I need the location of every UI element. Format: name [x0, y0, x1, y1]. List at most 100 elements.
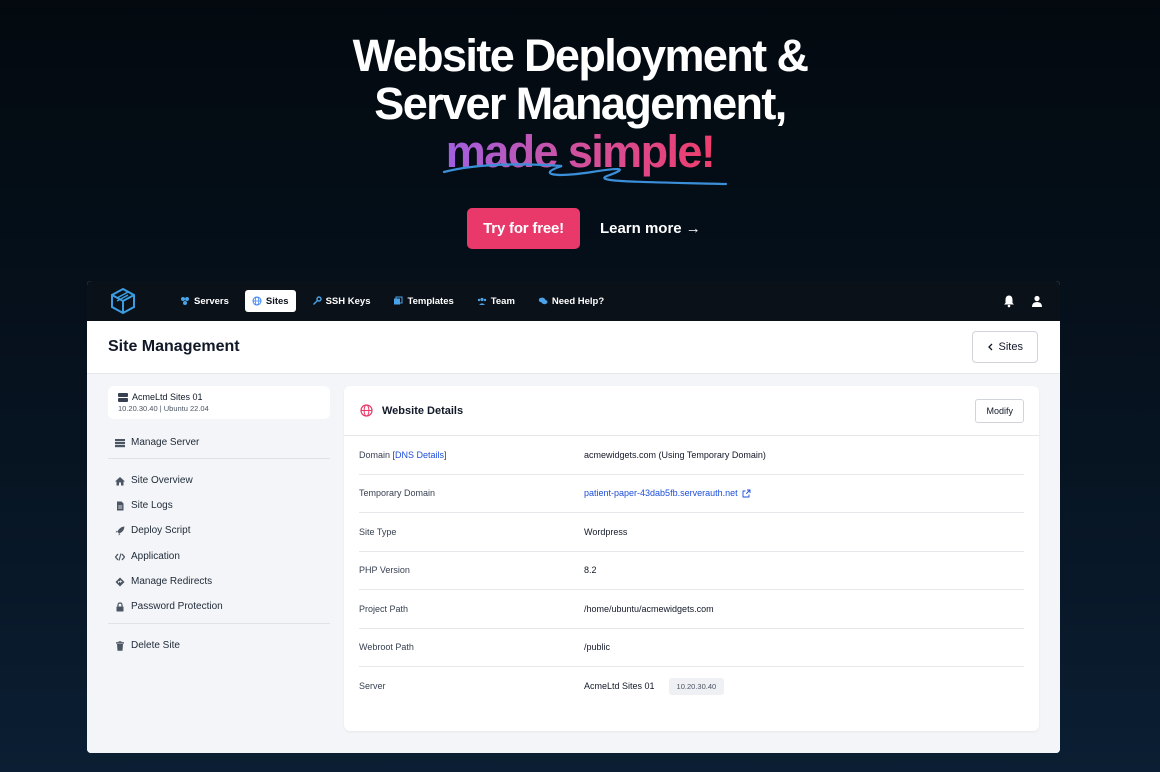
squiggle-underline-icon: [442, 163, 727, 186]
website-details-panel: Website Details Modify Domain [DNS Detai…: [344, 386, 1039, 731]
sidebar-item-delete-site[interactable]: Delete Site: [115, 640, 180, 651]
sidebar-item-label: Deploy Script: [131, 525, 191, 536]
file-icon: [117, 501, 124, 510]
code-icon: [115, 552, 125, 561]
learn-more-link[interactable]: Learn more →: [600, 220, 701, 237]
server-card-meta: 10.20.30.40 | Ubuntu 22.04: [118, 404, 209, 413]
detail-row-temporary-domain: Temporary Domain patient-paper-43dab5fb.…: [359, 475, 1024, 513]
back-to-sites-button[interactable]: Sites: [971, 331, 1038, 363]
sidebar-item-label: Site Logs: [131, 500, 173, 511]
sidebar-item-site-overview[interactable]: Site Overview: [115, 475, 193, 486]
server-name-value: AcmeLtd Sites 01: [584, 681, 655, 692]
detail-value: patient-paper-43dab5fb.serverauth.net: [584, 488, 751, 498]
hero: Website Deployment & Server Management, …: [0, 30, 1160, 186]
nav-templates-label: Templates: [407, 295, 454, 307]
nav-need-help[interactable]: Need Help?: [531, 290, 611, 312]
temporary-domain-link[interactable]: patient-paper-43dab5fb.serverauth.net: [584, 488, 738, 498]
top-nav: Servers Sites SSH Keys Templates Team Ne…: [87, 281, 1060, 321]
cube-logo-icon[interactable]: [109, 287, 137, 315]
sidebar-item-application[interactable]: Application: [115, 551, 180, 562]
sidebar-item-label: Manage Redirects: [131, 576, 213, 587]
nav-team[interactable]: Team: [470, 290, 522, 312]
detail-value: 8.2: [584, 565, 597, 576]
detail-value: /public: [584, 642, 611, 653]
nav-need-help-label: Need Help?: [551, 295, 605, 307]
page-title: Site Management: [108, 338, 240, 355]
sidebar-item-manage-redirects[interactable]: Manage Redirects: [115, 576, 212, 587]
rocket-icon: [115, 526, 125, 535]
back-to-sites-label: Sites: [998, 341, 1023, 353]
redirect-diamond-icon: [115, 577, 125, 586]
detail-row-project-path: Project Path /home/ubuntu/acmewidgets.co…: [359, 590, 1024, 629]
globe-icon: [360, 404, 373, 417]
details-rows: Domain [DNS Details] acmewidgets.com (Us…: [344, 436, 1039, 706]
detail-row-php-version: PHP Version 8.2: [359, 552, 1024, 590]
nav-servers[interactable]: Servers: [173, 290, 236, 312]
dns-details-link[interactable]: DNS Details: [395, 450, 444, 460]
server-ip-badge: 10.20.30.40: [668, 677, 725, 695]
detail-label: Site Type: [359, 526, 397, 537]
nav-sites[interactable]: Sites: [244, 290, 296, 312]
server-card-name: AcmeLtd Sites 01: [132, 392, 203, 402]
detail-label: Domain [DNS Details]: [359, 449, 447, 460]
bell-icon[interactable]: [1002, 294, 1016, 308]
detail-row-webroot-path: Webroot Path /public: [359, 629, 1024, 667]
external-link-icon[interactable]: [742, 489, 751, 498]
modify-button[interactable]: Modify: [975, 398, 1024, 423]
detail-label: PHP Version: [359, 565, 410, 576]
server-icon: [118, 392, 128, 402]
panel-title: Website Details: [360, 404, 463, 417]
hero-title-line2: Server Management,: [374, 78, 787, 129]
user-icon[interactable]: [1030, 294, 1044, 308]
trash-icon: [116, 640, 124, 651]
hero-title: Website Deployment & Server Management, …: [0, 30, 1160, 186]
sidebar-item-site-logs[interactable]: Site Logs: [115, 500, 173, 511]
sidebar-item-manage-server[interactable]: Manage Server: [115, 437, 199, 448]
nav-team-label: Team: [490, 295, 515, 307]
sidebar-item-password-protection[interactable]: Password Protection: [115, 601, 223, 612]
templates-icon: [394, 296, 403, 305]
content-area: AcmeLtd Sites 01 10.20.30.40 | Ubuntu 22…: [87, 374, 1060, 753]
try-for-free-button[interactable]: Try for free!: [467, 208, 580, 249]
server-card[interactable]: AcmeLtd Sites 01 10.20.30.40 | Ubuntu 22…: [108, 386, 330, 419]
nav-templates[interactable]: Templates: [386, 290, 460, 312]
server-stack-icon: [115, 438, 125, 447]
detail-label: Project Path: [359, 603, 409, 614]
detail-label: Server: [359, 681, 386, 692]
sidebar-item-label: Delete Site: [131, 640, 180, 651]
sidebar-divider: [108, 458, 330, 459]
detail-label: Webroot Path: [359, 642, 414, 653]
sidebar-item-label: Manage Server: [131, 437, 200, 448]
lock-icon: [116, 601, 124, 611]
sidebar-item-deploy-script[interactable]: Deploy Script: [115, 525, 190, 536]
sidebar-item-label: Site Overview: [131, 475, 193, 486]
detail-row-server: Server AcmeLtd Sites 01 10.20.30.40: [359, 667, 1024, 706]
detail-label-text: Domain: [359, 449, 391, 460]
panel-title-text: Website Details: [382, 404, 464, 417]
nav-ssh-keys[interactable]: SSH Keys: [305, 290, 378, 312]
app-window: Servers Sites SSH Keys Templates Team Ne…: [87, 281, 1060, 753]
sidebar-divider: [108, 623, 330, 624]
panel-header: Website Details Modify: [344, 386, 1039, 436]
nav-servers-label: Servers: [194, 295, 229, 307]
server-card-name-row: AcmeLtd Sites 01: [118, 392, 320, 402]
cta-row: Try for free! Learn more →: [0, 208, 1160, 249]
nav-sites-label: Sites: [265, 295, 289, 307]
detail-value: acmewidgets.com (Using Temporary Domain): [584, 449, 766, 460]
detail-label: Temporary Domain: [359, 488, 436, 499]
detail-value: AcmeLtd Sites 01 10.20.30.40: [584, 677, 725, 695]
chat-icon: [538, 297, 548, 305]
detail-value: /home/ubuntu/acmewidgets.com: [584, 603, 714, 614]
chevron-left-icon: [987, 343, 992, 351]
detail-value: Wordpress: [584, 526, 628, 537]
hero-title-line1: Website Deployment &: [352, 30, 809, 81]
team-icon: [477, 297, 486, 305]
home-icon: [115, 476, 125, 485]
page-header: Site Management Sites: [87, 321, 1060, 374]
globe-icon: [252, 296, 262, 306]
sidebar-item-label: Application: [131, 551, 180, 562]
detail-row-site-type: Site Type Wordpress: [359, 513, 1024, 552]
nav-ssh-keys-label: SSH Keys: [325, 295, 371, 307]
hero-highlight: made simple!: [442, 128, 727, 186]
servers-icon: [181, 297, 189, 305]
